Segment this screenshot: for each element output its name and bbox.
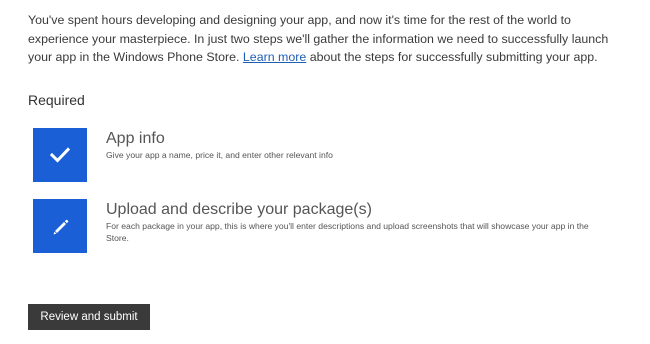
step-description-upload-package: For each package in your app, this is wh… [106,221,589,243]
step-app-info[interactable]: App info Give your app a name, price it,… [33,128,606,182]
step-title-upload-package[interactable]: Upload and describe your package(s) [106,200,606,219]
learn-more-link[interactable]: Learn more [243,50,306,64]
pencil-icon [53,219,69,235]
intro-text-end: about the steps for successfully submitt… [306,50,598,64]
step-text-upload-package: Upload and describe your package(s) For … [106,200,606,244]
step-tile-app-info[interactable] [33,128,87,182]
step-text-app-info: App info Give your app a name, price it,… [106,129,606,162]
review-and-submit-button[interactable]: Review and submit [28,304,150,330]
intro-paragraph: You've spent hours developing and design… [28,11,628,67]
checkmark-icon [50,147,70,163]
step-title-app-info[interactable]: App info [106,129,606,148]
step-tile-upload-package[interactable] [33,199,87,253]
required-heading: Required [28,92,85,108]
step-upload-package[interactable]: Upload and describe your package(s) For … [33,199,606,253]
step-description-app-info: Give your app a name, price it, and ente… [106,150,333,160]
